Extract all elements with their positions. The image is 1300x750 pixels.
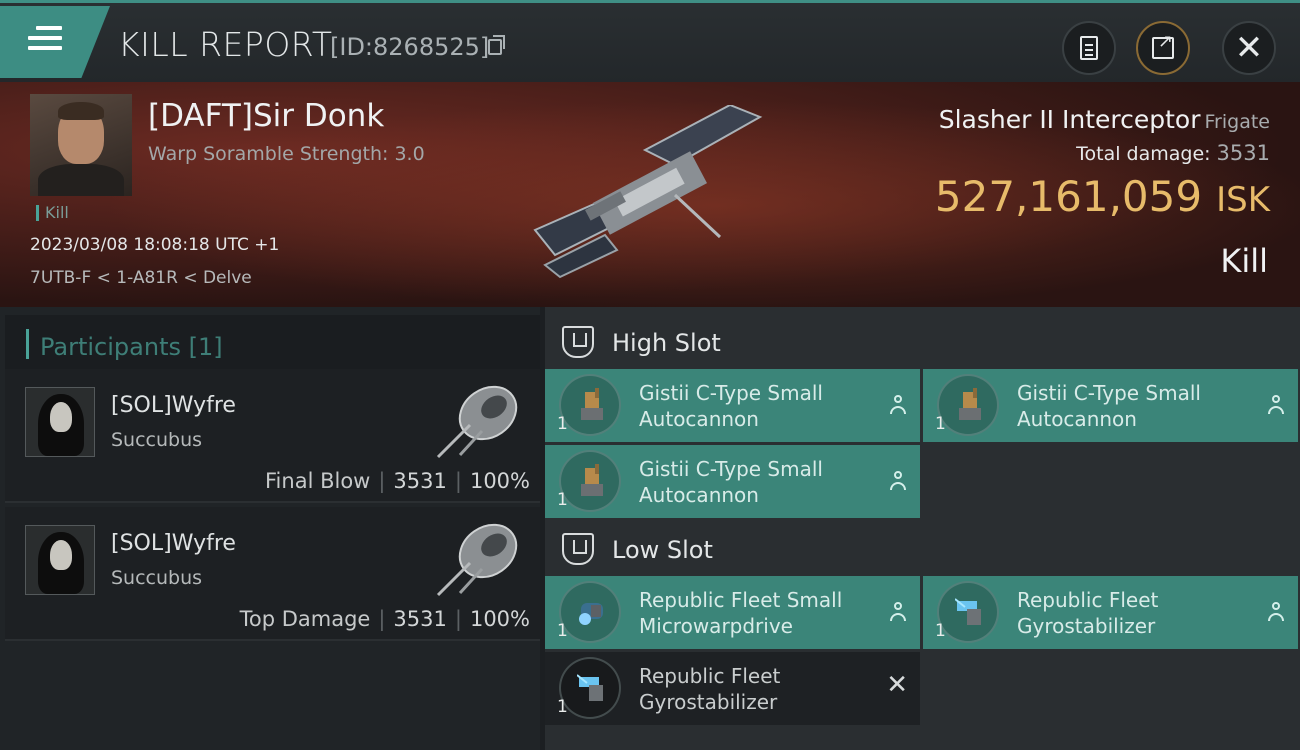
victim-portrait[interactable] xyxy=(30,94,132,196)
module-quantity: 1 xyxy=(557,490,568,510)
participant-row[interactable]: [SOL]Wyfre Succubus Top Damage | 3531 | 100% xyxy=(5,507,540,641)
person-icon xyxy=(890,395,906,415)
high-slot-icon xyxy=(562,326,594,358)
ship-class: Frigate xyxy=(1204,111,1270,133)
person-icon xyxy=(1268,602,1284,622)
autocannon-icon xyxy=(937,374,999,436)
low-slot-header: Low Slot xyxy=(545,518,1300,578)
victim-name[interactable]: [DAFT]Sir Donk xyxy=(148,98,384,134)
isk-amount: 527,161,059 xyxy=(934,172,1203,221)
module-name: Republic Fleet Gyrostabilizer xyxy=(1017,587,1247,639)
module-quantity: 1 xyxy=(557,414,568,434)
module-item[interactable]: 1 Gistii C-Type Small Autocannon xyxy=(923,369,1298,442)
kill-datetime: 2023/03/08 18:08:18 UTC +1 xyxy=(30,235,280,255)
module-name-line1: Gistii C-Type Small xyxy=(639,381,823,405)
copy-icon[interactable] xyxy=(488,35,505,55)
participant-name: [SOL]Wyfre xyxy=(111,393,236,418)
clipboard-icon xyxy=(1080,36,1098,60)
module-name: Gistii C-Type Small Autocannon xyxy=(639,380,869,432)
gyrostabilizer-icon xyxy=(559,657,621,719)
kill-tag: Kill xyxy=(36,205,69,221)
module-name-line2: Autocannon xyxy=(639,483,759,507)
person-icon xyxy=(890,471,906,491)
isk-unit: ISK xyxy=(1216,180,1270,220)
page-title: KILL REPORT xyxy=(118,25,333,64)
module-name: Gistii C-Type Small Autocannon xyxy=(639,456,869,508)
module-quantity: 1 xyxy=(935,621,946,641)
participant-percent: 100% xyxy=(469,469,530,493)
module-item[interactable]: 1 Gistii C-Type Small Autocannon xyxy=(545,369,920,442)
module-quantity: 1 xyxy=(935,414,946,434)
participant-stats: Top Damage | 3531 | 100% xyxy=(239,607,530,631)
participant-avatar[interactable] xyxy=(25,387,95,457)
share-button[interactable] xyxy=(1136,21,1190,75)
hamburger-menu-icon xyxy=(28,26,62,56)
victim-ship-image[interactable] xyxy=(525,105,785,280)
isk-value: 527,161,059 ISK xyxy=(935,172,1270,221)
module-item[interactable]: 1 Republic Fleet Small Microwarpdrive xyxy=(545,576,920,649)
participant-role: Final Blow xyxy=(265,469,371,493)
participant-avatar[interactable] xyxy=(25,525,95,595)
module-item[interactable]: 1 Republic Fleet Gyrostabilizer ✕ xyxy=(545,652,920,725)
close-button[interactable]: ✕ xyxy=(1222,21,1276,75)
participant-damage: 3531 xyxy=(393,607,447,631)
module-item[interactable]: 1 Republic Fleet Gyrostabilizer xyxy=(923,576,1298,649)
share-icon xyxy=(1152,31,1174,59)
person-icon xyxy=(1268,395,1284,415)
victim-ship-name[interactable]: Slasher II Interceptor Frigate xyxy=(939,105,1270,134)
module-name-line1: Republic Fleet Small xyxy=(639,588,843,612)
module-name: Republic Fleet Gyrostabilizer xyxy=(639,663,869,715)
module-quantity: 1 xyxy=(557,621,568,641)
victim-subtitle: Warp Soramble Strength: 3.0 xyxy=(148,143,425,165)
module-quantity: 1 xyxy=(557,697,568,717)
total-damage-value: 3531 xyxy=(1216,141,1270,165)
clipboard-button[interactable] xyxy=(1062,21,1116,75)
participant-ship-image[interactable] xyxy=(430,375,525,463)
module-name-line1: Gistii C-Type Small xyxy=(1017,381,1201,405)
low-slot-icon xyxy=(562,533,594,565)
participant-ship: Succubus xyxy=(111,429,203,451)
participant-ship-image[interactable] xyxy=(430,513,525,601)
total-damage-label: Total damage: xyxy=(1076,143,1211,165)
microwarpdrive-icon xyxy=(559,581,621,643)
module-name-line1: Gistii C-Type Small xyxy=(639,457,823,481)
participant-stats: Final Blow | 3531 | 100% xyxy=(265,469,530,493)
total-damage: Total damage: 3531 xyxy=(1076,141,1270,165)
participants-panel: Participants [1] [SOL]Wyfre Succubus Fin… xyxy=(0,307,540,750)
participants-header: Participants [1] xyxy=(5,315,540,373)
top-bar: KILL REPORT [ID:8268525] ✕ xyxy=(0,0,1300,82)
participant-ship: Succubus xyxy=(111,567,203,589)
menu-button[interactable] xyxy=(0,6,110,78)
participant-name: [SOL]Wyfre xyxy=(111,531,236,556)
participant-damage: 3531 xyxy=(393,469,447,493)
report-id: [ID:8268525] xyxy=(330,33,490,61)
high-slot-title: High Slot xyxy=(612,329,721,357)
autocannon-icon xyxy=(559,374,621,436)
kill-result: Kill xyxy=(1220,242,1268,280)
module-name-line2: Gyrostabilizer xyxy=(1017,614,1156,638)
module-name: Gistii C-Type Small Autocannon xyxy=(1017,380,1247,432)
high-slot-header: High Slot xyxy=(545,311,1300,371)
close-icon: ✕ xyxy=(1234,28,1264,68)
participant-role: Top Damage xyxy=(239,607,371,631)
participant-row[interactable]: [SOL]Wyfre Succubus Final Blow | 3531 | 100% xyxy=(5,369,540,503)
module-name-line2: Autocannon xyxy=(1017,407,1137,431)
module-item[interactable]: 1 Gistii C-Type Small Autocannon xyxy=(545,445,920,518)
module-name-line1: Republic Fleet xyxy=(639,664,781,688)
module-name: Republic Fleet Small Microwarpdrive xyxy=(639,587,869,639)
autocannon-icon xyxy=(559,450,621,512)
person-icon xyxy=(890,602,906,622)
low-slot-title: Low Slot xyxy=(612,536,713,564)
module-name-line2: Gyrostabilizer xyxy=(639,690,778,714)
module-name-line2: Microwarpdrive xyxy=(639,614,793,638)
destroyed-icon: ✕ xyxy=(886,670,908,700)
module-name-line2: Autocannon xyxy=(639,407,759,431)
ship-name-text: Slasher II Interceptor xyxy=(938,105,1201,134)
participant-percent: 100% xyxy=(469,607,530,631)
kill-location[interactable]: 7UTB-F < 1-A81R < Delve xyxy=(30,268,252,288)
gyrostabilizer-icon xyxy=(937,581,999,643)
participants-title: Participants [1] xyxy=(40,333,223,361)
module-name-line1: Republic Fleet xyxy=(1017,588,1159,612)
fitting-panel: High Slot 1 Gistii C-Type Small Autocanno… xyxy=(545,307,1300,750)
